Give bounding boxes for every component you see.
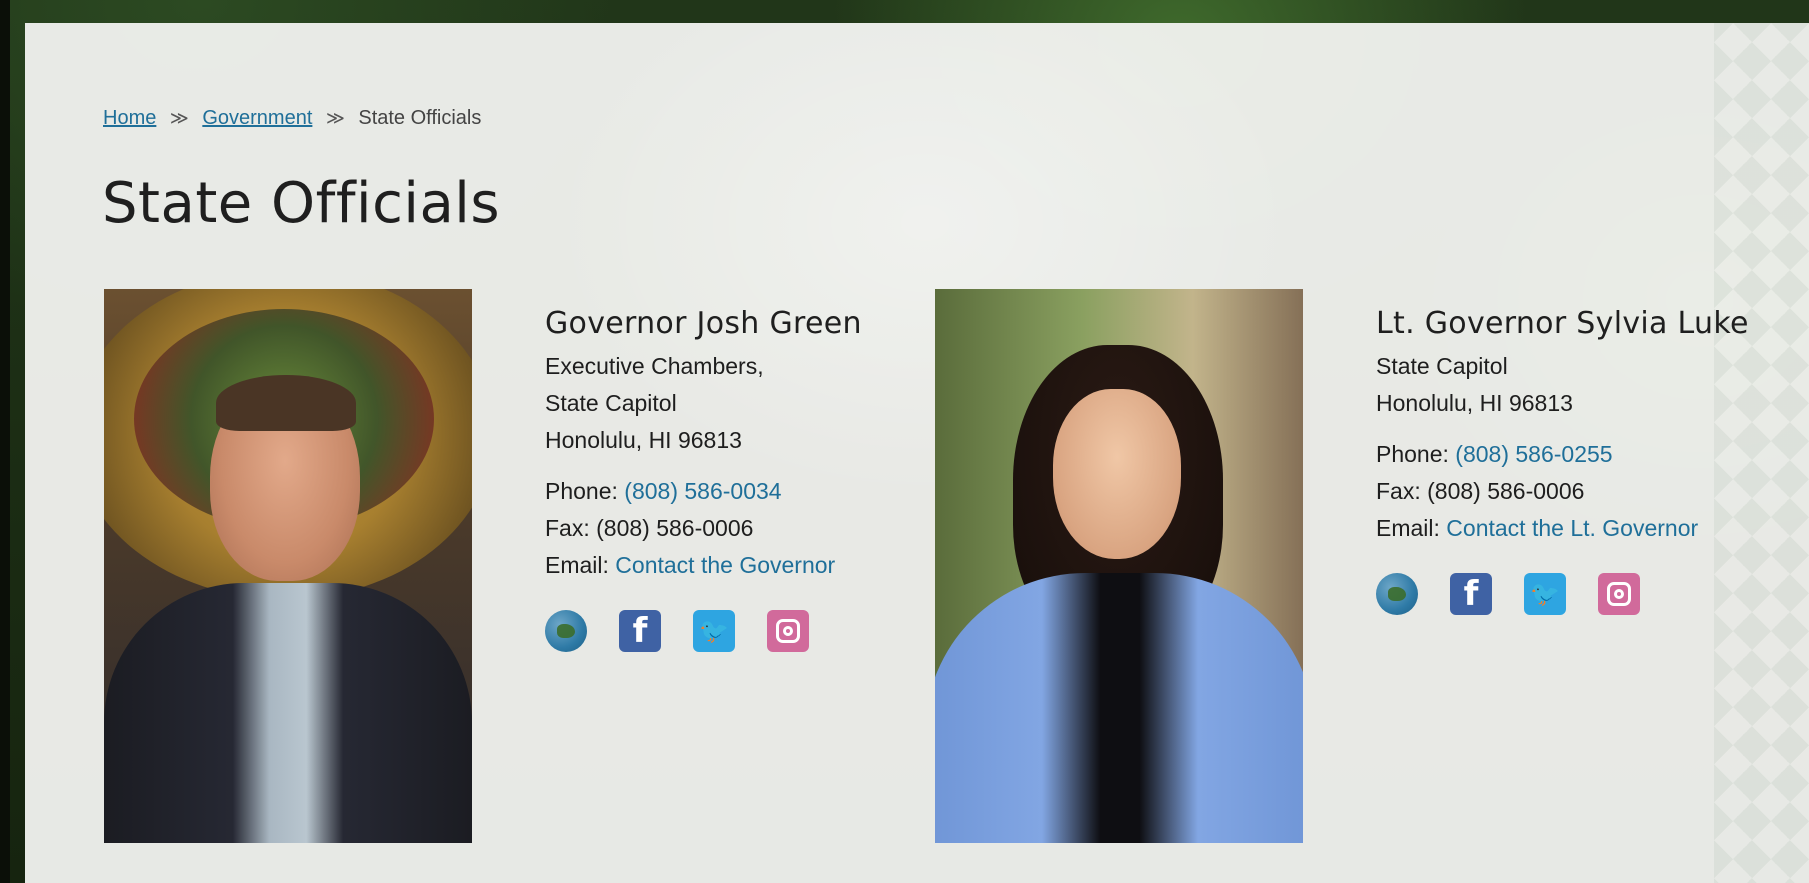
email-contact-link[interactable]: Contact the Governor [615, 552, 835, 578]
fax-label: Fax: [1376, 478, 1421, 504]
address-line: State Capitol [1376, 353, 1508, 379]
email-contact-link[interactable]: Contact the Lt. Governor [1446, 515, 1698, 541]
address-line: Executive Chambers, [545, 353, 764, 379]
window-edge [0, 0, 10, 883]
fax-row: Fax: (808) 586-0006 [1376, 473, 1749, 510]
email-row: Email: Contact the Governor [545, 547, 862, 584]
phone-link[interactable]: (808) 586-0255 [1455, 441, 1612, 467]
address-line: Honolulu, HI 96813 [545, 427, 742, 453]
governor-portrait [104, 289, 472, 843]
phone-label: Phone: [545, 478, 618, 504]
fax-row: Fax: (808) 586-0006 [545, 510, 862, 547]
social-links: f 🐦 [1376, 573, 1749, 615]
breadcrumb-current: State Officials [358, 107, 482, 129]
email-label: Email: [545, 552, 609, 578]
fax-number: (808) 586-0006 [1427, 478, 1585, 504]
portrait-face [1053, 389, 1181, 559]
contact-info: Phone: (808) 586-0034 Fax: (808) 586-000… [545, 473, 862, 584]
breadcrumb-home-link[interactable]: Home [103, 107, 156, 129]
email-row: Email: Contact the Lt. Governor [1376, 510, 1749, 547]
phone-row: Phone: (808) 586-0034 [545, 473, 862, 510]
breadcrumb-separator: ≫ [325, 108, 345, 128]
facebook-icon[interactable]: f [619, 610, 661, 652]
portrait-body [104, 583, 472, 843]
social-links: f 🐦 [545, 610, 862, 652]
instagram-icon[interactable] [1598, 573, 1640, 615]
breadcrumb-government-link[interactable]: Government [202, 107, 312, 129]
governor-card: Governor Josh Green Executive Chambers, … [545, 305, 862, 652]
fax-label: Fax: [545, 515, 590, 541]
twitter-icon[interactable]: 🐦 [1524, 573, 1566, 615]
instagram-icon[interactable] [767, 610, 809, 652]
address-line: Honolulu, HI 96813 [1376, 390, 1573, 416]
contact-info: Phone: (808) 586-0255 Fax: (808) 586-000… [1376, 436, 1749, 547]
official-address: State Capitol Honolulu, HI 96813 [1376, 348, 1749, 422]
globe-icon[interactable] [545, 610, 587, 652]
twitter-icon[interactable]: 🐦 [693, 610, 735, 652]
official-name: Lt. Governor Sylvia Luke [1376, 306, 1749, 341]
portrait-hair [216, 375, 356, 431]
globe-icon[interactable] [1376, 573, 1418, 615]
fax-number: (808) 586-0006 [596, 515, 754, 541]
page-title: State Officials [102, 171, 500, 236]
facebook-icon[interactable]: f [1450, 573, 1492, 615]
phone-link[interactable]: (808) 586-0034 [624, 478, 781, 504]
phone-label: Phone: [1376, 441, 1449, 467]
breadcrumb-separator: ≫ [169, 108, 189, 128]
phone-row: Phone: (808) 586-0255 [1376, 436, 1749, 473]
official-address: Executive Chambers, State Capitol Honolu… [545, 348, 862, 459]
lt-governor-portrait [935, 289, 1303, 843]
lt-governor-card: Lt. Governor Sylvia Luke State Capitol H… [1376, 305, 1749, 615]
content-panel: Home ≫ Government ≫ State Officials Stat… [25, 23, 1809, 883]
portrait-body [935, 573, 1303, 843]
breadcrumb: Home ≫ Government ≫ State Officials [103, 107, 481, 130]
email-label: Email: [1376, 515, 1440, 541]
address-line: State Capitol [545, 390, 677, 416]
official-name: Governor Josh Green [545, 306, 862, 341]
